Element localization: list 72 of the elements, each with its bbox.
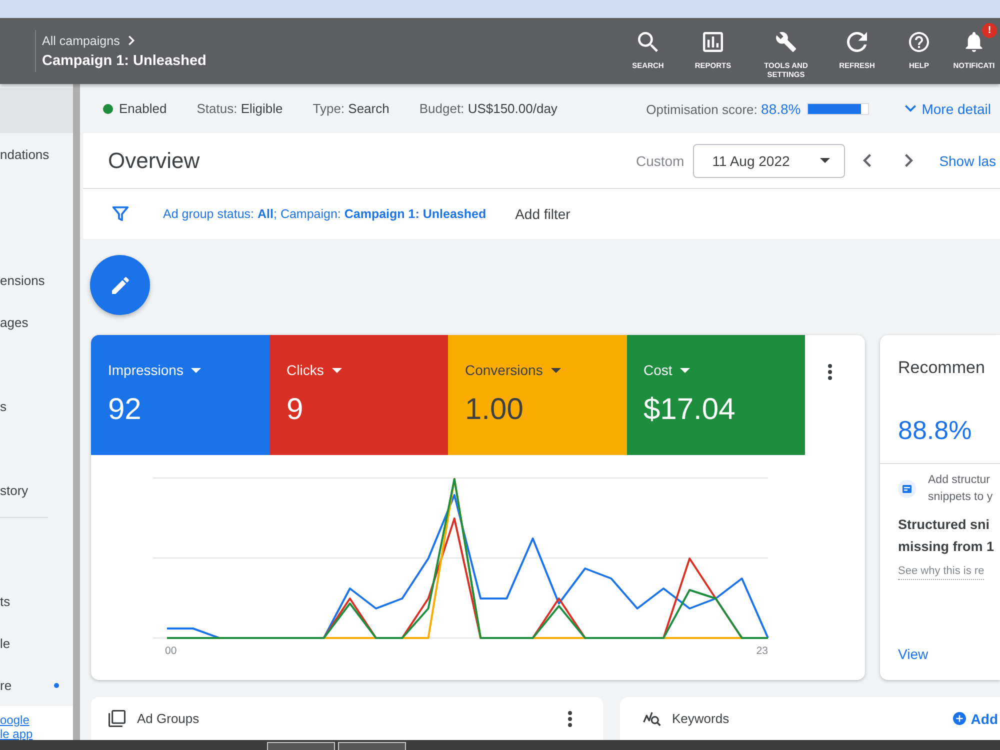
breadcrumb-link[interactable]: All campaigns [42,34,120,48]
sidebar-item[interactable]: story [0,469,28,511]
axis-label: 23 [756,645,768,657]
chevron-down-icon [904,105,916,112]
search-icon [638,32,658,52]
help-icon [909,32,929,52]
sidebar-item[interactable]: re [0,664,73,706]
axis-label: 00 [165,645,177,657]
chevron-right-icon[interactable] [905,154,914,167]
sidebar-item[interactable]: ages [0,301,28,343]
card-title: Keywords [672,711,730,726]
show-last-link[interactable]: Show las [939,152,996,168]
campaign-title: Campaign 1: Unleashed [42,52,206,68]
recommendation-type: Add structur snippets to y [928,473,993,505]
date-range-label: Custom [636,152,684,168]
metric-value: 9 [286,393,304,427]
bar-chart-icon [703,32,723,52]
chevron-left-icon[interactable] [863,154,872,167]
metric-value: 92 [108,393,142,427]
view-button[interactable]: View [898,646,928,662]
metric-value: $17.04 [644,393,736,427]
bell-icon [964,32,984,52]
filter-icon[interactable] [112,206,129,222]
score-value: 88.8% [897,415,973,445]
metric-selector[interactable]: Conversions [465,362,561,378]
metric-selector[interactable]: Impressions [108,362,202,378]
refresh-icon [847,32,867,52]
status-detail: Type: Search [312,101,390,116]
sidebar-item[interactable]: ensions [0,259,45,301]
taskbar-button[interactable] [267,742,335,750]
metric-selector[interactable]: Cost [644,362,690,378]
metric-selector[interactable]: Clicks [286,362,342,378]
add-button[interactable]: Add [952,710,998,726]
taskbar-button[interactable] [338,742,406,750]
sidebar-item[interactable]: ts [0,580,10,622]
caret-icon [550,368,561,372]
document-icon [898,480,916,498]
add-filter-button[interactable]: Add filter [515,206,570,222]
caret-icon [820,158,830,163]
metric-tile[interactable]: Cost $17.04 [626,335,805,455]
card-title: Ad Groups [137,711,200,726]
sidebar-item[interactable]: s [0,385,6,427]
metric-tile[interactable]: Conversions 1.00 [448,335,626,455]
caret-icon [332,368,342,372]
status-detail: Budget: US$150.00/day [419,101,558,116]
status-detail: Status: Eligible [196,101,283,116]
caret-icon [191,368,202,372]
trend-magnifier-icon [643,710,661,727]
metric-tile[interactable]: Clicks 9 [270,335,448,455]
scrollbar[interactable] [73,84,80,740]
edit-button[interactable] [90,255,150,315]
caret-icon [680,368,690,372]
date-dropdown[interactable]: 11 Aug 2022 [693,144,846,178]
more-details-link[interactable]: More detail [904,100,991,116]
more-options-icon[interactable] [828,364,832,380]
wrench-icon [776,32,796,52]
optimisation-score: Optimisation score: 88.8% [646,100,801,116]
stacked-squares-icon [108,710,126,727]
notification-badge: ! [982,23,997,38]
more-options-icon[interactable] [568,710,572,726]
page-title: Overview [108,148,200,174]
filter-summary[interactable]: Ad group status: All; Campaign: Campaign 1: Unleashed [163,207,486,221]
sidebar-item[interactable]: le [0,622,10,664]
recommendation-headline: Structured sni missing from 1 [898,516,994,556]
pencil-icon [112,276,128,294]
sidebar-item[interactable]: ndations [0,133,50,175]
card-title: Recommen [897,357,986,378]
chevron-right-icon [128,35,135,46]
see-why-link[interactable]: See why this is re [898,564,984,580]
status-label: Enabled [119,101,167,116]
metric-tile[interactable]: Impressions 92 [91,335,270,455]
metric-value: 1.00 [465,393,524,427]
